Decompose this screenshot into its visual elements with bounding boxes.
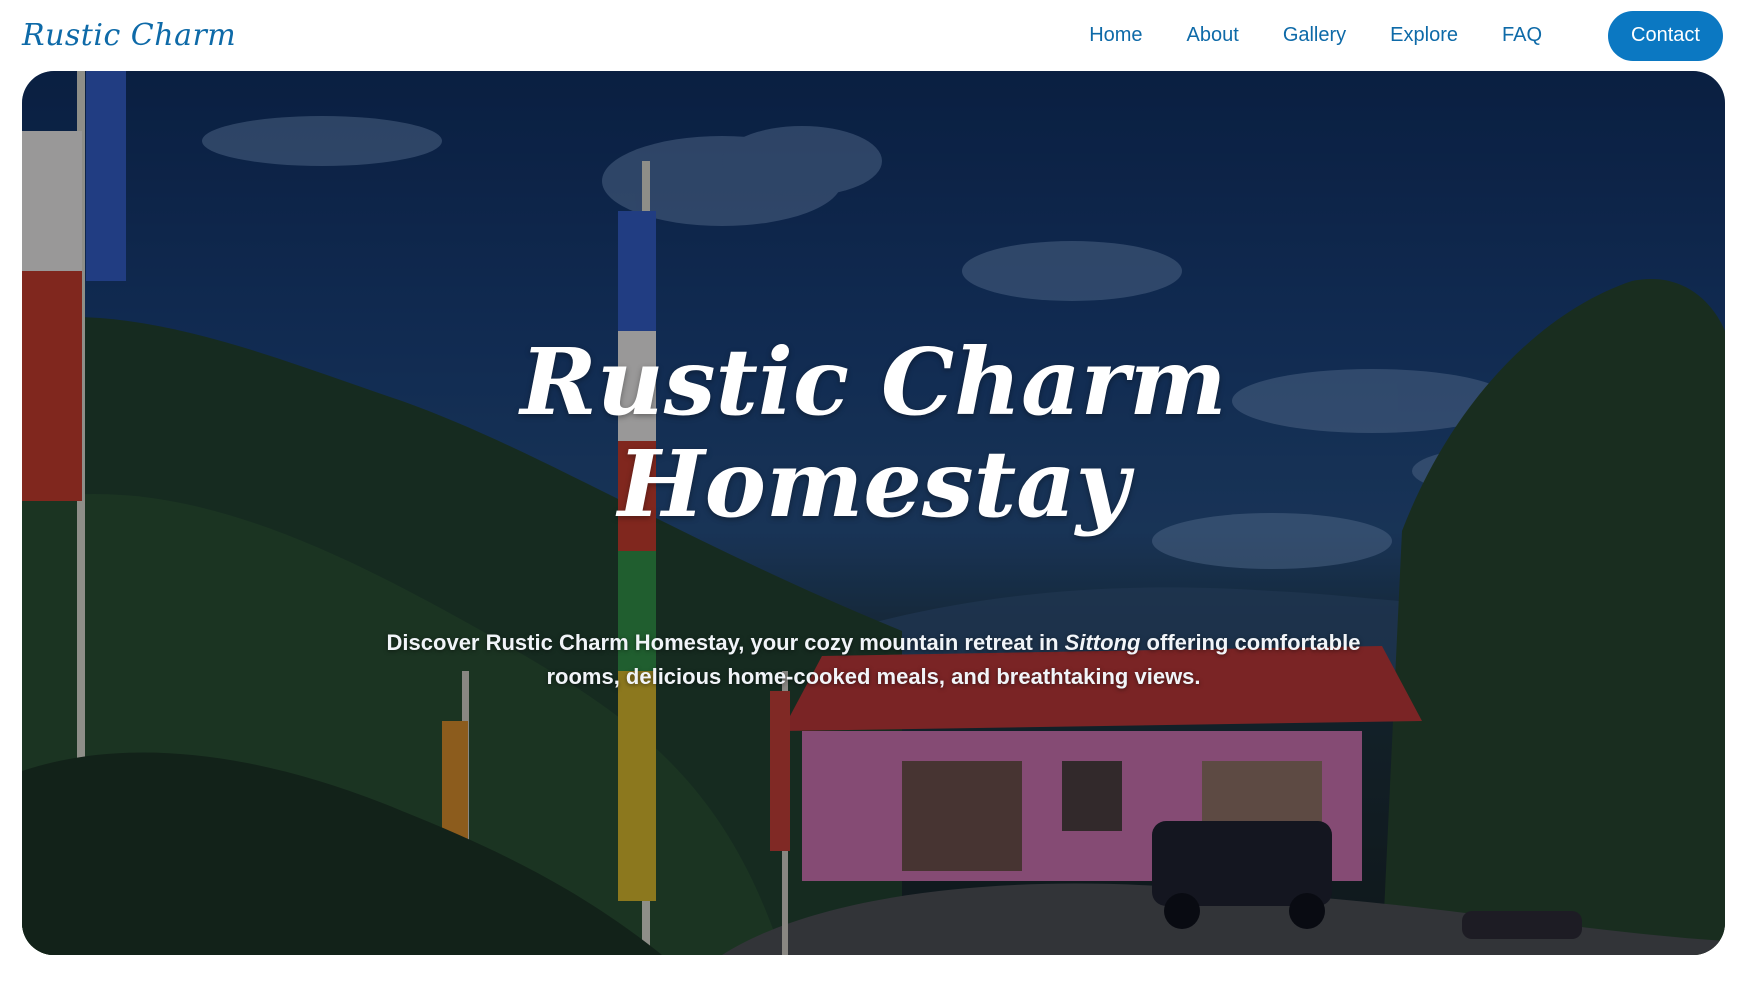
nav-link-home[interactable]: Home: [1089, 24, 1142, 47]
nav-link-faq[interactable]: FAQ: [1502, 24, 1542, 47]
page: Rustic Charm Home About Gallery Explore …: [0, 0, 1745, 982]
hero-title: Rustic Charm Homestay: [22, 331, 1725, 535]
nav-link-gallery[interactable]: Gallery: [1283, 24, 1346, 47]
nav-link-explore[interactable]: Explore: [1390, 24, 1458, 47]
brand-logo[interactable]: Rustic Charm: [22, 18, 236, 53]
hero-desc-place: Sittong: [1064, 630, 1141, 655]
hero-desc-before: Discover Rustic Charm Homestay, your coz…: [386, 630, 1065, 655]
contact-button[interactable]: Contact: [1608, 10, 1723, 61]
hero-section: Rustic Charm Homestay Discover Rustic Ch…: [22, 71, 1725, 955]
navbar: Rustic Charm Home About Gallery Explore …: [0, 0, 1745, 71]
nav-right: Home About Gallery Explore FAQ Contact: [1089, 10, 1723, 61]
hero-description: Discover Rustic Charm Homestay, your coz…: [362, 626, 1385, 694]
hero-title-line1: Rustic Charm: [520, 328, 1227, 436]
nav-link-about[interactable]: About: [1187, 24, 1239, 47]
nav-links: Home About Gallery Explore FAQ: [1089, 24, 1608, 47]
hero-title-line2: Homestay: [617, 430, 1130, 538]
